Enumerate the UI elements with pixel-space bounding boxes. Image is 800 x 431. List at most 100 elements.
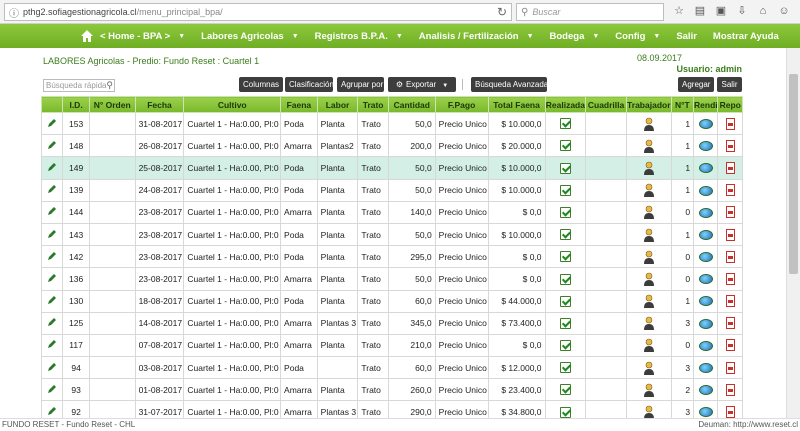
rendi-cell[interactable] <box>693 178 719 202</box>
nav-item-analisis[interactable]: Analisis / Fertilización ▼ <box>419 31 534 42</box>
realizada-cell[interactable] <box>544 267 587 291</box>
table-row[interactable]: 142 23-08-2017 Cuartel 1 - Ha:0.00, Pl:0 Po… <box>40 245 743 269</box>
pdf-icon[interactable] <box>725 383 735 396</box>
pdf-icon[interactable] <box>725 139 735 152</box>
pdf-icon[interactable] <box>725 272 735 285</box>
edit-cell[interactable] <box>40 111 64 136</box>
rendi-cell[interactable] <box>693 245 719 269</box>
edit-cell[interactable] <box>40 178 64 202</box>
worker-icon[interactable] <box>643 183 655 198</box>
repo-cell[interactable] <box>717 245 743 269</box>
info-icon[interactable]: ⓘ <box>9 5 19 20</box>
nav-item-labores[interactable]: Labores Agricolas ▼ <box>201 31 298 42</box>
realizada-cell[interactable] <box>544 378 587 402</box>
globe-icon[interactable] <box>698 185 713 196</box>
realizada-cell[interactable] <box>544 222 587 247</box>
globe-icon[interactable] <box>698 296 713 307</box>
nav-item-bodega[interactable]: Bodega ▼ <box>550 31 600 42</box>
worker-icon[interactable] <box>643 228 655 242</box>
edit-cell[interactable] <box>40 289 64 313</box>
edit-cell[interactable] <box>40 311 64 335</box>
checkbox-checked-icon[interactable] <box>559 317 571 329</box>
table-row[interactable]: 143 23-08-2017 Cuartel 1 - Ha:0.00, Pl:0 Po… <box>40 222 743 247</box>
exportar-button[interactable]: ⚙ Exportar ▼ <box>388 77 456 92</box>
worker-icon[interactable] <box>643 117 655 131</box>
globe-icon[interactable] <box>698 207 713 218</box>
pdf-icon[interactable] <box>725 206 735 219</box>
realizada-cell[interactable] <box>544 333 587 358</box>
status-right[interactable]: Deuman: http://www.reset.cl <box>698 420 798 429</box>
pdf-icon[interactable] <box>725 184 735 197</box>
nav-item-salir[interactable]: Salir <box>676 31 697 42</box>
table-row[interactable]: 144 23-08-2017 Cuartel 1 - Ha:0.00, Pl:0 Am… <box>40 200 743 224</box>
home-icon[interactable] <box>80 29 94 43</box>
worker-icon[interactable] <box>643 139 655 153</box>
nav-item-home[interactable]: < Home - BPA > ▼ <box>100 31 185 42</box>
rendi-cell[interactable] <box>693 356 719 380</box>
trabajador-cell[interactable] <box>625 267 672 291</box>
rendi-cell[interactable] <box>693 289 719 313</box>
worker-icon[interactable] <box>643 205 655 220</box>
checkbox-checked-icon[interactable] <box>559 251 571 263</box>
worker-icon[interactable] <box>643 161 655 175</box>
download-icon[interactable]: ⇩ <box>735 4 749 18</box>
rendi-cell[interactable] <box>693 311 719 335</box>
column-header[interactable]: Total Faena <box>487 96 546 113</box>
trabajador-cell[interactable] <box>625 156 672 180</box>
trabajador-cell[interactable] <box>625 222 672 247</box>
repo-cell[interactable] <box>717 111 743 136</box>
pencil-icon[interactable] <box>47 295 57 305</box>
worker-icon[interactable] <box>643 383 655 397</box>
checkbox-checked-icon[interactable] <box>559 295 571 307</box>
realizada-cell[interactable] <box>544 356 587 380</box>
edit-cell[interactable] <box>40 378 64 402</box>
table-row[interactable]: 130 18-08-2017 Cuartel 1 - Ha:0.00, Pl:0 Po… <box>40 289 743 313</box>
column-header[interactable]: F.Pago <box>434 96 489 113</box>
checkbox-checked-icon[interactable] <box>559 229 571 241</box>
checkbox-checked-icon[interactable] <box>559 273 571 285</box>
reload-icon[interactable]: ↻ <box>497 5 507 19</box>
quick-search-input[interactable]: Búsqueda rápida ⚲ <box>43 79 115 92</box>
repo-cell[interactable] <box>717 178 743 202</box>
pencil-icon[interactable] <box>47 229 57 239</box>
globe-icon[interactable] <box>698 340 713 351</box>
table-row[interactable]: 149 25-08-2017 Cuartel 1 - Ha:0.00, Pl:0 Po… <box>40 156 743 180</box>
pdf-icon[interactable] <box>725 295 735 308</box>
edit-cell[interactable] <box>40 222 64 247</box>
star-icon[interactable]: ☆ <box>672 4 686 18</box>
reading-list-icon[interactable]: ▤ <box>693 4 707 18</box>
nav-item-config[interactable]: Config ▼ <box>615 31 660 42</box>
table-row[interactable]: 136 23-08-2017 Cuartel 1 - Ha:0.00, Pl:0 Am… <box>40 267 743 291</box>
repo-cell[interactable] <box>717 378 743 402</box>
rendi-cell[interactable] <box>693 156 719 180</box>
pdf-icon[interactable] <box>725 117 735 130</box>
table-row[interactable]: 148 26-08-2017 Cuartel 1 - Ha:0.00, Pl:0 Am… <box>40 134 743 158</box>
column-header[interactable]: N° Orden <box>88 96 136 113</box>
pencil-icon[interactable] <box>47 162 57 172</box>
worker-icon[interactable] <box>643 338 655 353</box>
globe-icon[interactable] <box>698 363 713 374</box>
repo-cell[interactable] <box>717 267 743 291</box>
checkbox-checked-icon[interactable] <box>559 340 571 352</box>
globe-icon[interactable] <box>698 407 713 418</box>
pencil-icon[interactable] <box>47 206 57 216</box>
globe-icon[interactable] <box>698 229 713 240</box>
column-header[interactable]: Repo <box>717 96 743 113</box>
edit-cell[interactable] <box>40 356 64 380</box>
worker-icon[interactable] <box>643 316 655 331</box>
lock-icon[interactable]: ▣ <box>714 4 728 18</box>
checkbox-checked-icon[interactable] <box>559 362 571 374</box>
table-row[interactable]: 153 31-08-2017 Cuartel 1 - Ha:0.00, Pl:0 Po… <box>40 111 743 136</box>
realizada-cell[interactable] <box>544 134 587 158</box>
checkbox-checked-icon[interactable] <box>559 384 571 396</box>
pencil-icon[interactable] <box>47 384 57 394</box>
pencil-icon[interactable] <box>47 406 57 416</box>
trabajador-cell[interactable] <box>625 289 672 313</box>
edit-cell[interactable] <box>40 200 64 224</box>
pdf-icon[interactable] <box>725 250 735 263</box>
repo-cell[interactable] <box>717 222 743 247</box>
repo-cell[interactable] <box>717 311 743 335</box>
checkbox-checked-icon[interactable] <box>559 406 571 418</box>
agrupar-button[interactable]: Agrupar por <box>337 77 384 92</box>
edit-cell[interactable] <box>40 267 64 291</box>
